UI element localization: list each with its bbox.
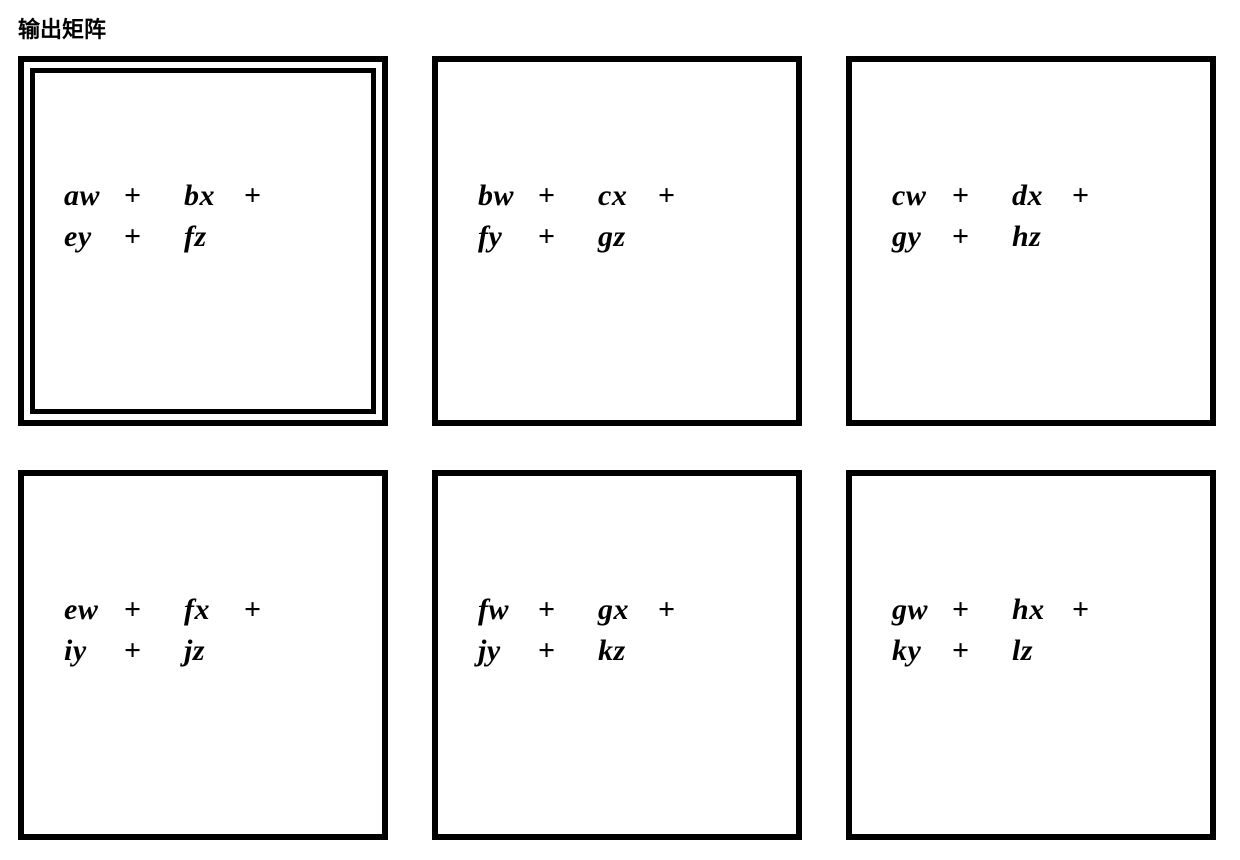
matrix-cell: ew+fx+ iy+jz: [18, 470, 388, 840]
matrix-cell: cw+dx+ gy+hz: [846, 56, 1216, 426]
matrix-cell: fw+gx+ jy+kz: [432, 470, 802, 840]
cell-expression: gw+hx+ ky+lz: [892, 590, 1186, 671]
cell-expression: cw+dx+ gy+hz: [892, 176, 1186, 257]
cell-expression: bw+cx+ fy+gz: [478, 176, 772, 257]
matrix-cell: bw+cx+ fy+gz: [432, 56, 802, 426]
cell-expression: ew+fx+ iy+jz: [64, 590, 358, 671]
diagram-title: 输出矩阵: [18, 12, 106, 44]
cell-expression: aw+bx+ ey+fz: [64, 176, 358, 257]
output-matrix-grid: aw+bx+ ey+fz bw+cx+ fy+gz cw+dx+ gy+hz e…: [18, 56, 1218, 840]
matrix-cell: gw+hx+ ky+lz: [846, 470, 1216, 840]
cell-expression: fw+gx+ jy+kz: [478, 590, 772, 671]
matrix-cell: aw+bx+ ey+fz: [18, 56, 388, 426]
